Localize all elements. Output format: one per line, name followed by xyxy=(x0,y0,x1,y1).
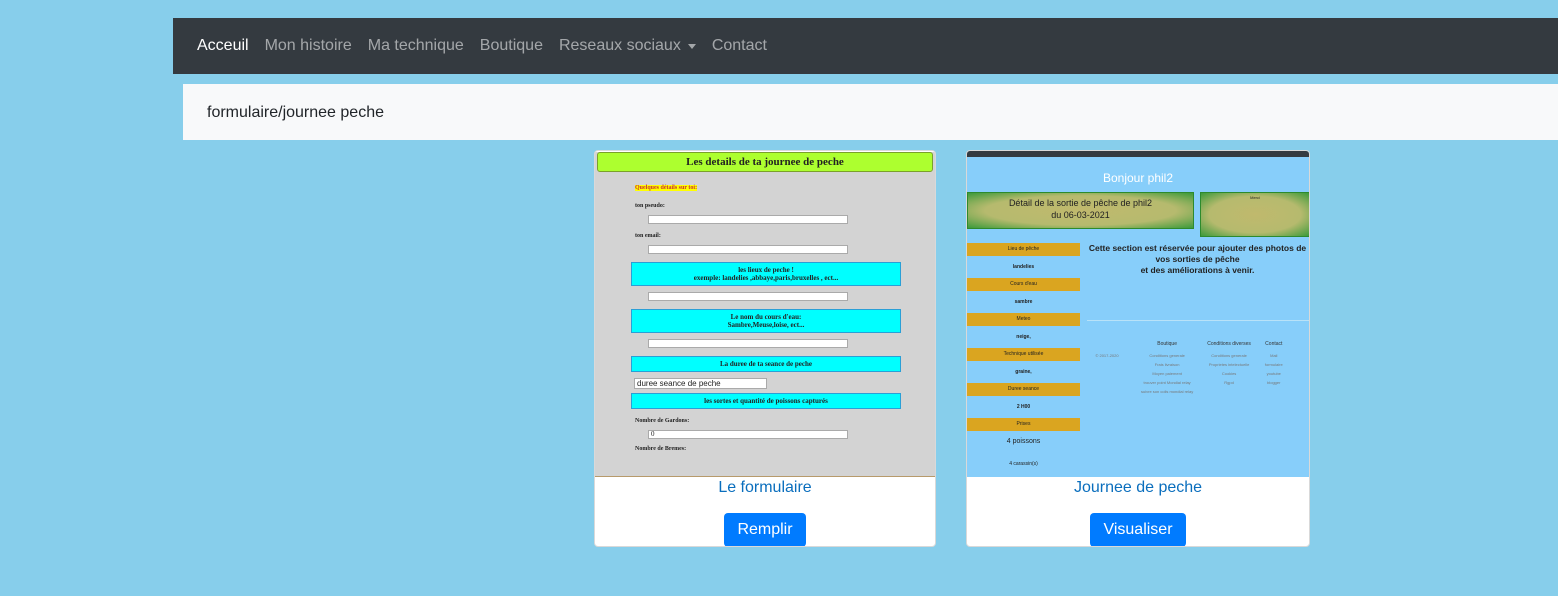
remplir-button[interactable]: Remplir xyxy=(724,513,806,546)
row-value: sambre xyxy=(1014,299,1033,305)
cours-field xyxy=(648,339,848,348)
lieux-field xyxy=(648,292,848,301)
row-key: Prises xyxy=(967,418,1080,431)
nav-acceuil[interactable]: Acceuil xyxy=(197,37,249,55)
extra-value: 4 carassin(s) xyxy=(1009,461,1038,467)
footer-link: Rgpd xyxy=(1224,380,1234,385)
sortes-box: les sortes et quantité de poissons captu… xyxy=(631,393,901,409)
footer-heading: Conditions diverses xyxy=(1207,341,1251,347)
row-key: Cours d'eau xyxy=(967,278,1080,291)
visualiser-button[interactable]: Visualiser xyxy=(1090,513,1186,546)
footer-link: trouver point Mondial relay xyxy=(1143,380,1191,385)
footer-link: Cookies xyxy=(1221,371,1237,376)
card-formulaire: Les details de ta journee de peche Quelq… xyxy=(594,150,936,547)
cours-title: Le nom du cours d'eau: xyxy=(730,313,802,321)
card-journee: Bonjour phil2 Détail de la sortie de pêc… xyxy=(966,150,1310,547)
lieux-title: les lieux de peche ! xyxy=(738,266,794,274)
footer-link: Frais livraison xyxy=(1154,362,1180,367)
formulaire-preview-image: Les details de ta journee de peche Quelq… xyxy=(595,151,935,477)
gardons-field: 0 xyxy=(648,430,848,439)
footer-link: suivre son colis mondial relay xyxy=(1141,389,1194,394)
section-message: Cette section est réservée pour ajouter … xyxy=(1085,243,1309,276)
footer-heading: Boutique xyxy=(1157,341,1177,347)
footer-link: formulaire xyxy=(1264,362,1283,367)
cours-example: Sambre,Meuse,loise, ect... xyxy=(727,321,805,329)
footer-link: Conditions generale xyxy=(1211,353,1247,358)
footer-heading: Contact xyxy=(1265,341,1283,347)
navbar: Acceuil Mon histoire Ma technique Boutiq… xyxy=(173,18,1558,74)
mini-footer: © 2017-2020 Boutique Conditions generale F… xyxy=(1087,341,1283,398)
copyright: © 2017-2020 xyxy=(1095,353,1119,358)
nav-mon-histoire[interactable]: Mon histoire xyxy=(265,37,352,55)
card-title: Le formulaire xyxy=(718,479,812,496)
footer-link: Conditions generale xyxy=(1149,353,1185,358)
row-value: landelies xyxy=(1012,264,1035,270)
journee-preview-image: Bonjour phil2 Détail de la sortie de pêc… xyxy=(967,151,1309,477)
row-value: 4 poissons xyxy=(1006,438,1041,445)
detail-date: du 06-03-2021 xyxy=(1051,210,1110,220)
breadcrumb: formulaire/journee peche xyxy=(183,84,1558,140)
nav-reseaux-sociaux-dropdown[interactable]: Reseaux sociaux xyxy=(559,37,696,55)
row-value: neige, xyxy=(1016,334,1031,340)
row-value: graine, xyxy=(1015,369,1032,375)
lieux-example: exemple: landelies ,abbaye,paris,bruxell… xyxy=(693,274,839,282)
detail-title: Détail de la sortie de pêche de phil2 xyxy=(1008,198,1153,208)
email-field xyxy=(648,245,848,254)
msg-line2: et des améliorations à venir. xyxy=(1140,265,1255,275)
form-header: Les details de ta journee de peche xyxy=(597,152,933,172)
lieux-box: les lieux de peche ! exemple: landelies ,… xyxy=(631,262,901,286)
row-key: Meteo xyxy=(967,313,1080,326)
row-key: Technique utilisée xyxy=(967,348,1080,361)
duree-box: La duree de ta seance de peche xyxy=(631,356,901,372)
card-title: Journee de peche xyxy=(1073,479,1203,496)
caret-down-icon xyxy=(687,43,696,49)
footer-link: Moyen paiement xyxy=(1152,371,1182,376)
pseudo-label: ton pseudo: xyxy=(635,203,665,209)
footer-link: youtube xyxy=(1266,371,1281,376)
note-box: Merci xyxy=(1200,192,1309,237)
hello-text: Bonjour phil2 xyxy=(1102,171,1174,185)
row-value: 2 H00 xyxy=(1016,404,1031,410)
pseudo-field xyxy=(648,215,848,224)
footer-link: Proprietes intelectuelle xyxy=(1208,362,1250,367)
cours-box: Le nom du cours d'eau: Sambre,Meuse,loise… xyxy=(631,309,901,333)
duree-select: duree seance de peche xyxy=(634,378,767,389)
nav-contact[interactable]: Contact xyxy=(712,37,767,55)
row-key: Lieu de pêche xyxy=(967,243,1080,256)
nav-boutique[interactable]: Boutique xyxy=(480,37,543,55)
footer-link: Mail xyxy=(1270,353,1278,358)
intro: Quelques détails sur toi: xyxy=(635,185,698,191)
row-key: Duree seance xyxy=(967,383,1080,396)
detail-sidebar: Lieu de pêche landelies Cours d'eau sambre… xyxy=(967,243,1080,475)
nav-reseaux-label: Reseaux sociaux xyxy=(558,37,681,54)
nav-ma-technique[interactable]: Ma technique xyxy=(368,37,464,55)
msg-line1: Cette section est réservée pour ajouter … xyxy=(1088,243,1307,264)
bremes-label: Nombre de Bremes: xyxy=(635,446,687,452)
detail-box: Détail de la sortie de pêche de phil2 du … xyxy=(967,192,1194,229)
footer-link: blogger xyxy=(1267,380,1281,385)
gardons-label: Nombre de Gardons: xyxy=(635,418,690,424)
email-label: ton email: xyxy=(635,233,661,239)
